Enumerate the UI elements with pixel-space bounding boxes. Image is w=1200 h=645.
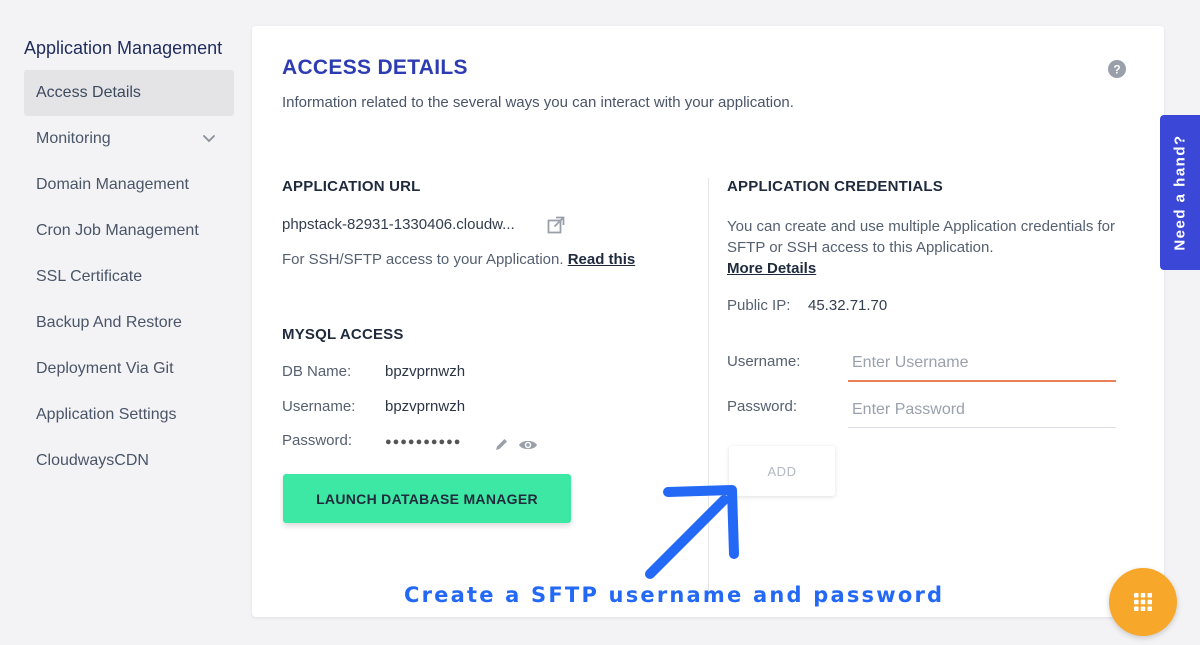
sidebar-item-access-details[interactable]: Access Details <box>24 70 234 116</box>
sidebar-item-label: Monitoring <box>36 130 111 147</box>
svg-text:?: ? <box>1113 63 1120 77</box>
mysql-access-heading: MYSQL ACCESS <box>282 326 404 343</box>
db-name-value: bpzvprnwzh <box>385 363 466 380</box>
more-details-link[interactable]: More Details <box>727 260 816 277</box>
application-url-heading: APPLICATION URL <box>282 178 421 195</box>
db-username-label: Username: <box>282 398 356 415</box>
credentials-description: You can create and use multiple Applicat… <box>727 216 1147 279</box>
sidebar-item-application-settings[interactable]: Application Settings <box>24 392 234 438</box>
db-password-masked: ●●●●●●●●●● <box>385 436 462 448</box>
db-password-label: Password: <box>282 432 353 449</box>
credentials-description-text: You can create and use multiple Applicat… <box>727 218 1116 256</box>
annotation-caption: Create a SFTP username and password <box>404 583 945 607</box>
ssh-access-text: For SSH/SFTP access to your Application.… <box>282 251 635 268</box>
annotation-arrow-icon <box>645 485 739 579</box>
sftp-username-label: Username: <box>727 353 801 370</box>
sidebar-item-monitoring[interactable]: Monitoring <box>24 116 234 162</box>
public-ip-label: Public IP: <box>727 297 791 314</box>
question-circle-icon[interactable]: ? <box>1108 60 1126 78</box>
application-url-link[interactable]: phpstack-82931-1330406.cloudw... <box>282 216 515 233</box>
apps-menu-button[interactable] <box>1109 568 1177 636</box>
sidebar-item-backup-and-restore[interactable]: Backup And Restore <box>24 300 234 346</box>
pencil-icon[interactable] <box>494 437 509 452</box>
sftp-password-label: Password: <box>727 398 798 415</box>
need-a-hand-tab[interactable]: Need a hand? <box>1160 115 1200 270</box>
sftp-username-input[interactable] <box>848 346 1116 382</box>
page-subtitle: Information related to the several ways … <box>282 94 794 111</box>
grid-icon <box>1134 593 1152 611</box>
sidebar-item-domain-management[interactable]: Domain Management <box>24 162 234 208</box>
sidebar: Application Management Access Details Mo… <box>24 36 234 484</box>
external-link-icon[interactable] <box>547 216 565 234</box>
db-username-value: bpzvprnwzh <box>385 398 466 415</box>
sidebar-item-cloudwayscdn[interactable]: CloudwaysCDN <box>24 438 234 484</box>
chevron-down-icon[interactable] <box>202 132 216 146</box>
launch-database-manager-button[interactable]: LAUNCH DATABASE MANAGER <box>283 474 571 523</box>
sidebar-item-ssl-certificate[interactable]: SSL Certificate <box>24 254 234 300</box>
eye-icon[interactable] <box>518 438 538 452</box>
sftp-username-field <box>848 346 1116 382</box>
sftp-password-input[interactable] <box>848 392 1116 428</box>
read-this-link[interactable]: Read this <box>568 251 636 268</box>
public-ip-value: 45.32.71.70 <box>808 297 888 314</box>
sidebar-item-deployment-via-git[interactable]: Deployment Via Git <box>24 346 234 392</box>
need-a-hand-label: Need a hand? <box>1171 134 1189 251</box>
application-credentials-heading: APPLICATION CREDENTIALS <box>727 178 943 195</box>
ssh-access-label: For SSH/SFTP access to your Application. <box>282 251 564 268</box>
sidebar-title: Application Management <box>24 38 223 58</box>
db-name-label: DB Name: <box>282 363 352 380</box>
sidebar-item-cron-job-management[interactable]: Cron Job Management <box>24 208 234 254</box>
sftp-password-field <box>848 392 1116 428</box>
page-title: ACCESS DETAILS <box>282 56 468 79</box>
